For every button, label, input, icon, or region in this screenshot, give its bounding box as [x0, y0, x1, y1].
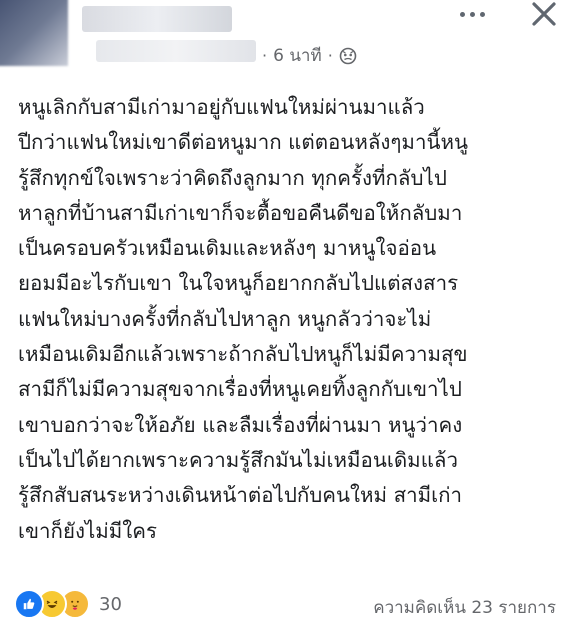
- audience-icon[interactable]: [339, 47, 357, 65]
- post-time[interactable]: 6 นาที: [273, 42, 322, 69]
- comments-count-link[interactable]: ความคิดเห็น 23 รายการ: [373, 594, 556, 621]
- post-footer: 30 ความคิดเห็น 23 รายการ: [0, 589, 576, 626]
- meta-separator: ·: [262, 46, 268, 65]
- author-name-blurred[interactable]: [82, 6, 232, 32]
- reactions-summary[interactable]: 30: [14, 589, 122, 619]
- author-subline-blurred: [96, 40, 256, 62]
- meta-separator-2: ·: [327, 46, 333, 65]
- close-icon[interactable]: [530, 0, 558, 28]
- post-header: · 6 นาที ·: [0, 0, 576, 80]
- avatar[interactable]: [0, 0, 68, 66]
- more-options-icon[interactable]: [452, 4, 492, 24]
- like-icon: [14, 589, 44, 619]
- post-body-text: หนูเลิกกับสามีเก่ามาอยู่กับแฟนใหม่ผ่านมา…: [18, 95, 468, 543]
- reaction-count: 30: [99, 593, 122, 615]
- post-meta: · 6 นาที ·: [262, 42, 357, 69]
